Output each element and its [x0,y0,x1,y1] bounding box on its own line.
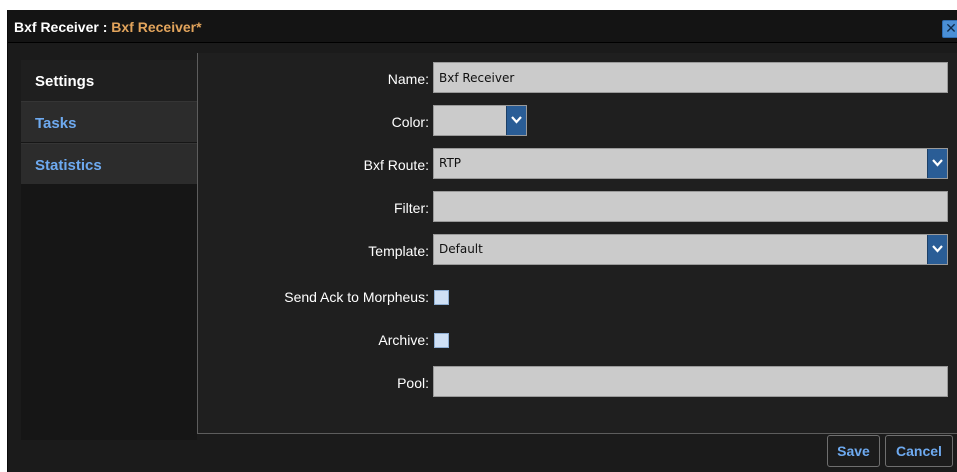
filter-label: Filter: [394,200,429,216]
template-select[interactable]: Default [433,234,948,265]
archive-checkbox[interactable] [434,333,449,348]
chevron-down-icon [932,245,943,253]
close-icon: ✕ [945,20,957,36]
dialog-window: Bxf Receiver : Bxf Receiver* ✕ Settings … [7,10,957,472]
archive-label: Archive: [378,332,429,348]
settings-panel: Name: Color: Bxf Route: RTP Filter: Temp… [197,53,957,434]
sidebar-item-tasks[interactable]: Tasks [21,101,197,142]
chevron-down-icon [932,159,943,167]
sidebar-item-statistics[interactable]: Statistics [21,143,197,184]
save-button[interactable]: Save [827,435,880,467]
bxf-route-dropdown-button[interactable] [927,149,947,178]
sidebar: Settings Tasks Statistics [21,60,197,440]
pool-label: Pool: [397,375,429,391]
template-label: Template: [368,243,429,259]
chevron-down-icon [511,116,522,124]
title-bar: Bxf Receiver : Bxf Receiver* ✕ [8,10,957,43]
color-label: Color: [391,114,429,130]
title-prefix: Bxf Receiver : [14,19,112,35]
sidebar-item-settings[interactable]: Settings [21,60,197,101]
close-button[interactable]: ✕ [942,20,957,38]
bxf-route-value: RTP [439,156,462,170]
send-ack-checkbox[interactable] [434,290,449,305]
cancel-button[interactable]: Cancel [885,435,953,467]
color-dropdown-button[interactable] [506,106,526,135]
filter-input[interactable] [433,191,948,222]
template-dropdown-button[interactable] [927,235,947,264]
template-value: Default [439,242,483,256]
pool-input[interactable] [433,366,948,397]
bxf-route-label: Bxf Route: [363,157,429,173]
name-label: Name: [387,71,429,87]
dialog-title: Bxf Receiver : Bxf Receiver* [14,19,202,35]
send-ack-label: Send Ack to Morpheus: [284,289,429,305]
title-name: Bxf Receiver* [111,19,202,35]
bxf-route-select[interactable]: RTP [433,148,948,179]
name-input[interactable] [433,62,948,93]
color-picker[interactable] [433,105,527,136]
